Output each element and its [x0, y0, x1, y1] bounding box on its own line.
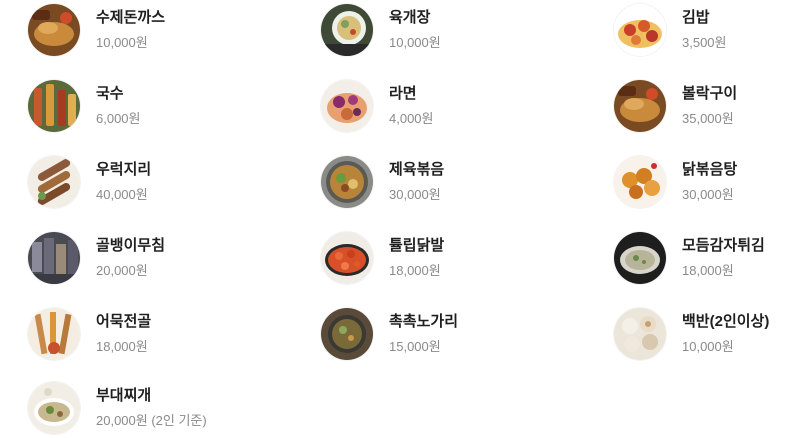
- gimbap-icon: [614, 4, 666, 56]
- menu-item-ramen[interactable]: 라면 4,000원: [321, 76, 581, 136]
- menu-item-price: 40,000원: [96, 187, 148, 202]
- stir-fried-pork-icon: [321, 156, 373, 208]
- menu-item-name: 제육볶음: [389, 161, 445, 178]
- menu-item-name: 육개장: [389, 9, 431, 26]
- menu-item-price: 4,000원: [389, 111, 434, 126]
- menu-item-price: 30,000원: [682, 187, 734, 202]
- menu-item-name: 우럭지리: [96, 161, 152, 178]
- braised-chicken-icon: [614, 156, 666, 208]
- menu-item-fishcake-hotpot[interactable]: 어묵전골 18,000원: [28, 304, 288, 364]
- menu-item-rockfish-soup[interactable]: 우럭지리 40,000원: [28, 152, 288, 212]
- menu-item-assorted-fries[interactable]: 모듬감자튀김 18,000원: [614, 228, 800, 288]
- menu-item-price: 15,000원: [389, 339, 441, 354]
- army-stew-icon: [28, 382, 80, 434]
- menu-item-name: 김밥: [682, 9, 710, 26]
- menu-item-price: 35,000원: [682, 111, 734, 126]
- chicken-feet-icon: [321, 232, 373, 284]
- set-meal-icon: [614, 308, 666, 360]
- menu-item-gimbap[interactable]: 김밥 3,500원: [614, 0, 800, 60]
- rockfish-soup-icon: [28, 156, 80, 208]
- menu-item-price: 18,000원: [389, 263, 441, 278]
- noodles-icon: [28, 80, 80, 132]
- menu-item-noodles[interactable]: 국수 6,000원: [28, 76, 288, 136]
- menu-item-price: 18,000원: [96, 339, 148, 354]
- pork-cutlet-icon: [28, 4, 80, 56]
- menu-item-army-stew[interactable]: 부대찌개 20,000원 (2인 기준): [28, 378, 288, 438]
- sea-snail-salad-icon: [28, 232, 80, 284]
- menu-item-name: 부대찌개: [96, 387, 152, 404]
- dried-pollack-icon: [321, 308, 373, 360]
- menu-item-price: 10,000원: [389, 35, 441, 50]
- menu-item-name: 닭볶음탕: [682, 161, 738, 178]
- grilled-rockfish-icon: [614, 80, 666, 132]
- menu-item-sea-snail-salad[interactable]: 골뱅이무침 20,000원: [28, 228, 288, 288]
- menu-item-name: 촉촉노가리: [389, 313, 459, 330]
- menu-item-spicy-beef-soup[interactable]: 육개장 10,000원: [321, 0, 581, 60]
- spicy-beef-soup-icon: [321, 4, 373, 56]
- menu-item-price: 30,000원: [389, 187, 441, 202]
- menu-item-name: 수제돈까스: [96, 9, 166, 26]
- menu-item-pork-cutlet[interactable]: 수제돈까스 10,000원: [28, 0, 288, 60]
- menu-item-braised-chicken[interactable]: 닭볶음탕 30,000원: [614, 152, 800, 212]
- menu-item-chicken-feet[interactable]: 튤립닭발 18,000원: [321, 228, 581, 288]
- menu-item-price: 20,000원: [96, 263, 148, 278]
- menu-item-name: 볼락구이: [682, 85, 738, 102]
- menu-item-price: 3,500원: [682, 35, 727, 50]
- menu-item-price: 10,000원: [682, 339, 734, 354]
- menu-item-price: 18,000원: [682, 263, 734, 278]
- menu-grid: 수제돈까스 10,000원 육개장 10,000원 김밥 3,500원 국수 6…: [0, 0, 800, 438]
- menu-item-name: 어묵전골: [96, 313, 152, 330]
- menu-item-grilled-rockfish[interactable]: 볼락구이 35,000원: [614, 76, 800, 136]
- menu-item-name: 모듬감자튀김: [682, 237, 765, 254]
- menu-item-name: 튤립닭발: [389, 237, 445, 254]
- menu-item-name: 라면: [389, 85, 417, 102]
- menu-item-name: 국수: [96, 85, 124, 102]
- menu-item-price: 20,000원 (2인 기준): [96, 413, 207, 428]
- menu-item-stir-fried-pork[interactable]: 제육볶음 30,000원: [321, 152, 581, 212]
- menu-item-price: 10,000원: [96, 35, 148, 50]
- menu-item-price: 6,000원: [96, 111, 141, 126]
- menu-item-name: 백반(2인이상): [682, 313, 770, 330]
- menu-item-dried-pollack[interactable]: 촉촉노가리 15,000원: [321, 304, 581, 364]
- fishcake-hotpot-icon: [28, 308, 80, 360]
- assorted-fries-icon: [614, 232, 666, 284]
- menu-item-set-meal[interactable]: 백반(2인이상) 10,000원: [614, 304, 800, 364]
- ramen-icon: [321, 80, 373, 132]
- menu-item-name: 골뱅이무침: [96, 237, 166, 254]
